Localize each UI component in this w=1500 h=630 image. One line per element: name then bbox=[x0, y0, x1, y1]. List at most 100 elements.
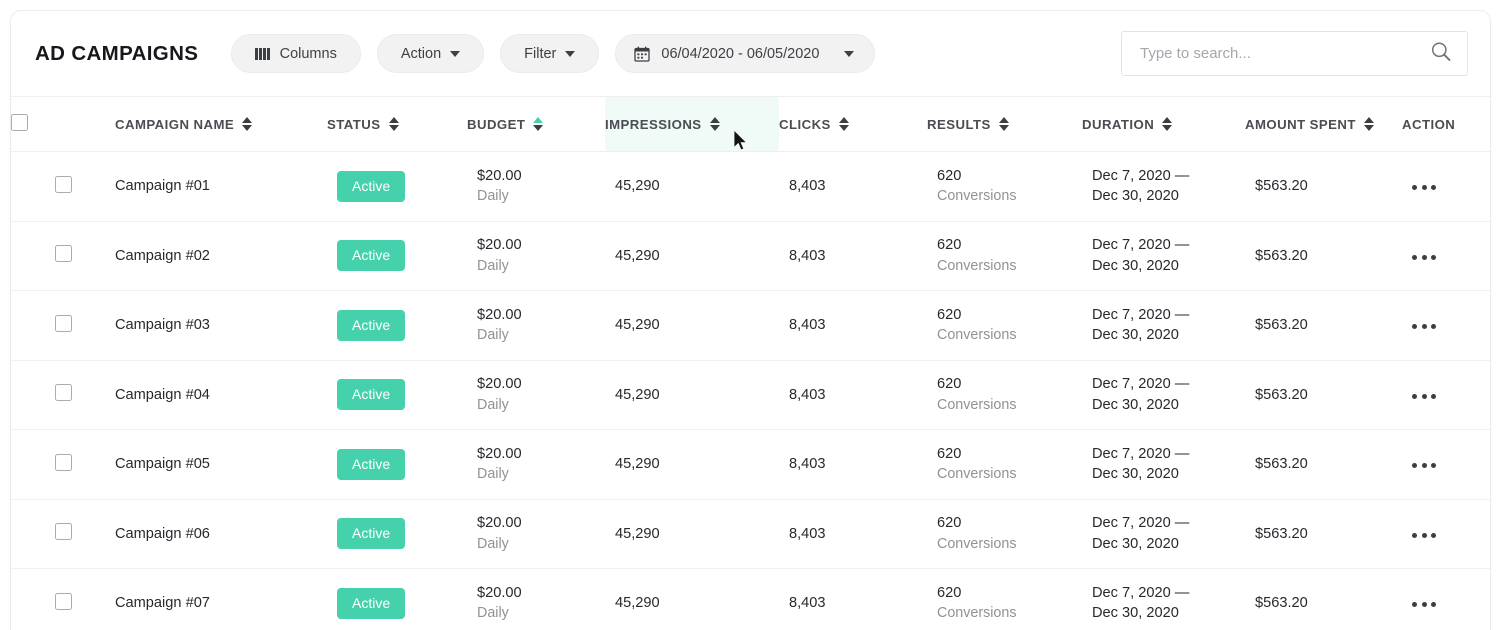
clicks-value: 8,403 bbox=[789, 387, 826, 403]
table-row[interactable]: Campaign #06Active$20.00Daily45,2908,403… bbox=[11, 499, 1490, 569]
column-header-amount-spent[interactable]: AMOUNT SPENT bbox=[1245, 97, 1402, 152]
column-header-budget[interactable]: BUDGET bbox=[467, 97, 605, 152]
columns-button[interactable]: Columns bbox=[231, 34, 361, 73]
results-value: 620 bbox=[937, 166, 1072, 187]
impressions-value: 45,290 bbox=[615, 456, 660, 472]
search-input[interactable] bbox=[1121, 31, 1468, 76]
cell-duration: Dec 7, 2020 —Dec 30, 2020 bbox=[1082, 499, 1245, 569]
cell-clicks: 8,403 bbox=[779, 221, 927, 291]
results-value: 620 bbox=[937, 444, 1072, 465]
cell-status: Active bbox=[327, 569, 467, 630]
more-options-icon[interactable] bbox=[1412, 324, 1436, 329]
cell-clicks: 8,403 bbox=[779, 499, 927, 569]
sort-icon[interactable] bbox=[389, 117, 399, 132]
campaigns-table: CAMPAIGN NAME STATUS bbox=[11, 96, 1490, 630]
results-value: 620 bbox=[937, 374, 1072, 395]
cell-impressions: 45,290 bbox=[605, 152, 779, 222]
column-header-status[interactable]: STATUS bbox=[327, 97, 467, 152]
cell-impressions: 45,290 bbox=[605, 430, 779, 500]
results-unit: Conversions bbox=[937, 186, 1072, 206]
cell-impressions: 45,290 bbox=[605, 499, 779, 569]
row-checkbox[interactable] bbox=[55, 176, 72, 193]
sort-icon[interactable] bbox=[242, 117, 252, 132]
table-row[interactable]: Campaign #04Active$20.00Daily45,2908,403… bbox=[11, 360, 1490, 430]
action-button[interactable]: Action bbox=[377, 34, 484, 73]
clicks-value: 8,403 bbox=[789, 595, 826, 611]
sort-icon[interactable] bbox=[1364, 117, 1374, 132]
campaign-name-text: Campaign #02 bbox=[115, 248, 210, 264]
column-label: AMOUNT SPENT bbox=[1245, 117, 1356, 132]
table-header: CAMPAIGN NAME STATUS bbox=[11, 97, 1490, 152]
sort-icon[interactable] bbox=[1162, 117, 1172, 132]
cell-results: 620Conversions bbox=[927, 221, 1082, 291]
duration-end: Dec 30, 2020 bbox=[1092, 186, 1235, 207]
row-select-cell bbox=[11, 152, 89, 222]
filter-button-label: Filter bbox=[524, 46, 556, 62]
table-row[interactable]: Campaign #05Active$20.00Daily45,2908,403… bbox=[11, 430, 1490, 500]
table-row[interactable]: Campaign #01Active$20.00Daily45,2908,403… bbox=[11, 152, 1490, 222]
more-options-icon[interactable] bbox=[1412, 394, 1436, 399]
filter-button[interactable]: Filter bbox=[500, 34, 599, 73]
campaign-name-text: Campaign #01 bbox=[115, 178, 210, 194]
results-unit: Conversions bbox=[937, 256, 1072, 276]
duration-start: Dec 7, 2020 — bbox=[1092, 444, 1235, 465]
sort-icon[interactable] bbox=[839, 117, 849, 132]
toolbar-button-group: Columns Action Filter bbox=[231, 34, 875, 73]
status-badge: Active bbox=[337, 240, 405, 271]
duration-end: Dec 30, 2020 bbox=[1092, 464, 1235, 485]
results-unit: Conversions bbox=[937, 534, 1072, 554]
row-checkbox[interactable] bbox=[55, 384, 72, 401]
cell-results: 620Conversions bbox=[927, 430, 1082, 500]
cell-duration: Dec 7, 2020 —Dec 30, 2020 bbox=[1082, 291, 1245, 361]
ad-campaigns-card: AD CAMPAIGNS Columns Action Filter bbox=[10, 10, 1491, 630]
duration-start: Dec 7, 2020 — bbox=[1092, 166, 1235, 187]
row-checkbox[interactable] bbox=[55, 523, 72, 540]
more-options-icon[interactable] bbox=[1412, 185, 1436, 190]
column-header-campaign-name[interactable]: CAMPAIGN NAME bbox=[89, 97, 327, 152]
cell-results: 620Conversions bbox=[927, 291, 1082, 361]
table-row[interactable]: Campaign #03Active$20.00Daily45,2908,403… bbox=[11, 291, 1490, 361]
amount-spent-value: $563.20 bbox=[1255, 178, 1308, 194]
select-all-checkbox[interactable] bbox=[11, 114, 28, 131]
date-range-picker[interactable]: 06/04/2020 - 06/05/2020 bbox=[615, 34, 875, 73]
row-checkbox[interactable] bbox=[55, 454, 72, 471]
status-badge: Active bbox=[337, 310, 405, 341]
table-row[interactable]: Campaign #07Active$20.00Daily45,2908,403… bbox=[11, 569, 1490, 630]
column-header-results[interactable]: RESULTS bbox=[927, 97, 1082, 152]
cell-campaign-name: Campaign #07 bbox=[89, 569, 327, 630]
more-options-icon[interactable] bbox=[1412, 463, 1436, 468]
cell-status: Active bbox=[327, 152, 467, 222]
more-options-icon[interactable] bbox=[1412, 255, 1436, 260]
sort-icon-active-ascending[interactable] bbox=[533, 117, 543, 132]
chevron-down-icon bbox=[565, 51, 575, 57]
duration-start: Dec 7, 2020 — bbox=[1092, 583, 1235, 604]
table-row[interactable]: Campaign #02Active$20.00Daily45,2908,403… bbox=[11, 221, 1490, 291]
impressions-value: 45,290 bbox=[615, 526, 660, 542]
impressions-value: 45,290 bbox=[615, 178, 660, 194]
cell-amount-spent: $563.20 bbox=[1245, 152, 1402, 222]
column-header-impressions[interactable]: IMPRESSIONS bbox=[605, 97, 779, 152]
duration-end: Dec 30, 2020 bbox=[1092, 395, 1235, 416]
columns-button-label: Columns bbox=[280, 46, 337, 62]
cell-budget: $20.00Daily bbox=[467, 569, 605, 630]
impressions-value: 45,290 bbox=[615, 387, 660, 403]
row-checkbox[interactable] bbox=[55, 245, 72, 262]
column-label: BUDGET bbox=[467, 117, 525, 132]
amount-spent-value: $563.20 bbox=[1255, 456, 1308, 472]
row-checkbox[interactable] bbox=[55, 315, 72, 332]
budget-period: Daily bbox=[477, 464, 595, 484]
status-badge: Active bbox=[337, 379, 405, 410]
status-badge: Active bbox=[337, 518, 405, 549]
sort-icon[interactable] bbox=[710, 117, 720, 132]
sort-icon[interactable] bbox=[999, 117, 1009, 132]
column-header-clicks[interactable]: CLICKS bbox=[779, 97, 927, 152]
budget-amount: $20.00 bbox=[477, 374, 595, 395]
cell-clicks: 8,403 bbox=[779, 360, 927, 430]
more-options-icon[interactable] bbox=[1412, 533, 1436, 538]
amount-spent-value: $563.20 bbox=[1255, 317, 1308, 333]
column-header-duration[interactable]: DURATION bbox=[1082, 97, 1245, 152]
more-options-icon[interactable] bbox=[1412, 602, 1436, 607]
budget-period: Daily bbox=[477, 186, 595, 206]
row-checkbox[interactable] bbox=[55, 593, 72, 610]
column-label: CLICKS bbox=[779, 117, 831, 132]
